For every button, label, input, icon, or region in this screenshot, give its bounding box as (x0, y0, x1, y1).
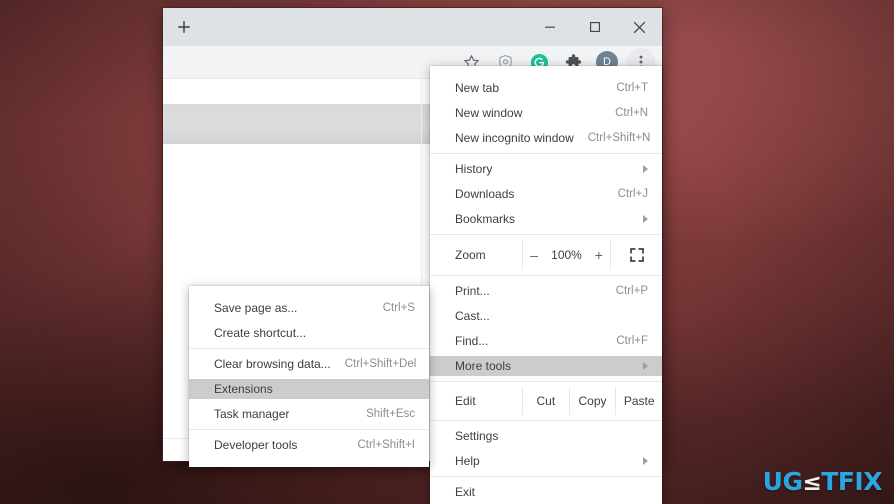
menu-item-label: Cast... (455, 309, 490, 323)
menu-item-accelerator: Ctrl+Shift+I (357, 439, 415, 451)
menu-item-label: New window (455, 106, 523, 120)
menu-item-label: Developer tools (214, 438, 298, 452)
menu-item-accelerator: Ctrl+N (615, 107, 648, 119)
menu-item-history[interactable]: History (430, 159, 662, 179)
menu-item-label: Settings (455, 429, 499, 443)
menu-item-accelerator: Ctrl+J (617, 188, 648, 200)
watermark-part-2: ≤ (802, 470, 822, 496)
submenu-item-extensions[interactable]: Extensions (189, 379, 429, 399)
chevron-right-icon (643, 362, 648, 370)
menu-item-label: Exit (455, 485, 476, 499)
menu-item-label: Help (455, 454, 480, 468)
zoom-in-button[interactable]: + (593, 247, 605, 263)
chevron-right-icon (643, 215, 648, 223)
tab-strip (163, 8, 662, 46)
menu-item-settings[interactable]: Settings (430, 426, 662, 446)
menu-separator (430, 476, 662, 477)
menu-item-label: Create shortcut... (214, 326, 307, 340)
ugetfix-watermark: UG ≤ TFIX (762, 467, 883, 496)
chevron-right-icon (643, 457, 648, 465)
menu-item-exit[interactable]: Exit (430, 482, 662, 502)
menu-separator (189, 429, 429, 430)
edit-paste-button[interactable]: Paste (615, 387, 662, 415)
menu-item-new-incognito-window[interactable]: New incognito window Ctrl+Shift+N (430, 128, 662, 148)
menu-item-label: Bookmarks (455, 212, 516, 226)
menu-separator (430, 153, 662, 154)
watermark-part-3: TFIX (821, 467, 882, 496)
submenu-item-save-page-as[interactable]: Save page as... Ctrl+S (189, 298, 429, 318)
menu-item-accelerator: Ctrl+P (615, 285, 648, 297)
menu-separator (189, 348, 429, 349)
zoom-level-value: 100% (551, 248, 582, 262)
menu-item-help[interactable]: Help (430, 451, 662, 471)
menu-row-zoom: Zoom – 100% + (430, 240, 662, 270)
menu-item-accelerator: Ctrl+Shift+N (587, 132, 651, 144)
edit-label: Edit (455, 394, 476, 408)
menu-item-label: Find... (455, 334, 489, 348)
edit-copy-button[interactable]: Copy (568, 387, 616, 415)
watermark-part-1: UG (762, 467, 803, 496)
menu-item-accelerator: Shift+Esc (366, 408, 415, 420)
submenu-item-developer-tools[interactable]: Developer tools Ctrl+Shift+I (189, 435, 429, 455)
chrome-main-menu: New tab Ctrl+T New window Ctrl+N New inc… (430, 66, 662, 504)
menu-separator (430, 275, 662, 276)
new-tab-button[interactable] (170, 13, 198, 41)
menu-separator (430, 420, 662, 421)
zoom-label: Zoom (455, 248, 486, 262)
edit-cut-button[interactable]: Cut (522, 387, 569, 415)
menu-item-label: Save page as... (214, 301, 298, 315)
menu-item-accelerator: Ctrl+T (616, 82, 648, 94)
minimize-icon (544, 26, 555, 28)
menu-item-label: New tab (455, 81, 500, 95)
desktop-background: D New tab Ctrl+T New window Ctrl+N New i… (0, 0, 894, 504)
menu-separator (430, 381, 662, 382)
fullscreen-icon (629, 248, 644, 262)
zoom-controls: – 100% + (522, 240, 610, 270)
menu-item-downloads[interactable]: Downloads Ctrl+J (430, 184, 662, 204)
submenu-item-create-shortcut[interactable]: Create shortcut... (189, 323, 429, 343)
maximize-icon (589, 22, 600, 32)
submenu-item-clear-browsing-data[interactable]: Clear browsing data... Ctrl+Shift+Del (189, 354, 429, 374)
zoom-out-button[interactable]: – (528, 247, 540, 263)
menu-item-label: History (455, 162, 493, 176)
menu-item-accelerator: Ctrl+F (616, 335, 648, 347)
menu-item-bookmarks[interactable]: Bookmarks (430, 209, 662, 229)
maximize-button[interactable] (572, 8, 617, 46)
chevron-right-icon (643, 165, 648, 173)
menu-row-edit: Edit Cut Copy Paste (430, 387, 662, 415)
menu-separator (430, 234, 662, 235)
menu-item-print[interactable]: Print... Ctrl+P (430, 281, 662, 301)
window-controls (527, 8, 662, 46)
menu-item-label: Print... (455, 284, 490, 298)
menu-item-new-tab[interactable]: New tab Ctrl+T (430, 78, 662, 98)
fullscreen-button[interactable] (610, 240, 662, 270)
menu-item-cast[interactable]: Cast... (430, 306, 662, 326)
submenu-item-task-manager[interactable]: Task manager Shift+Esc (189, 404, 429, 424)
plus-icon (178, 21, 190, 33)
close-button[interactable] (617, 8, 662, 46)
close-icon (633, 21, 646, 33)
menu-item-label: New incognito window (455, 131, 574, 145)
menu-item-label: More tools (455, 359, 512, 373)
menu-item-label: Clear browsing data... (214, 357, 331, 371)
menu-item-label: Extensions (214, 382, 273, 396)
menu-item-find[interactable]: Find... Ctrl+F (430, 331, 662, 351)
menu-item-accelerator: Ctrl+Shift+Del (344, 358, 417, 370)
menu-item-new-window[interactable]: New window Ctrl+N (430, 103, 662, 123)
minimize-button[interactable] (527, 8, 572, 46)
more-tools-submenu: Save page as... Ctrl+S Create shortcut..… (189, 286, 429, 467)
menu-item-accelerator: Ctrl+S (382, 302, 415, 314)
menu-item-label: Downloads (455, 187, 515, 201)
menu-item-label: Task manager (214, 407, 290, 421)
menu-item-more-tools[interactable]: More tools (430, 356, 662, 376)
